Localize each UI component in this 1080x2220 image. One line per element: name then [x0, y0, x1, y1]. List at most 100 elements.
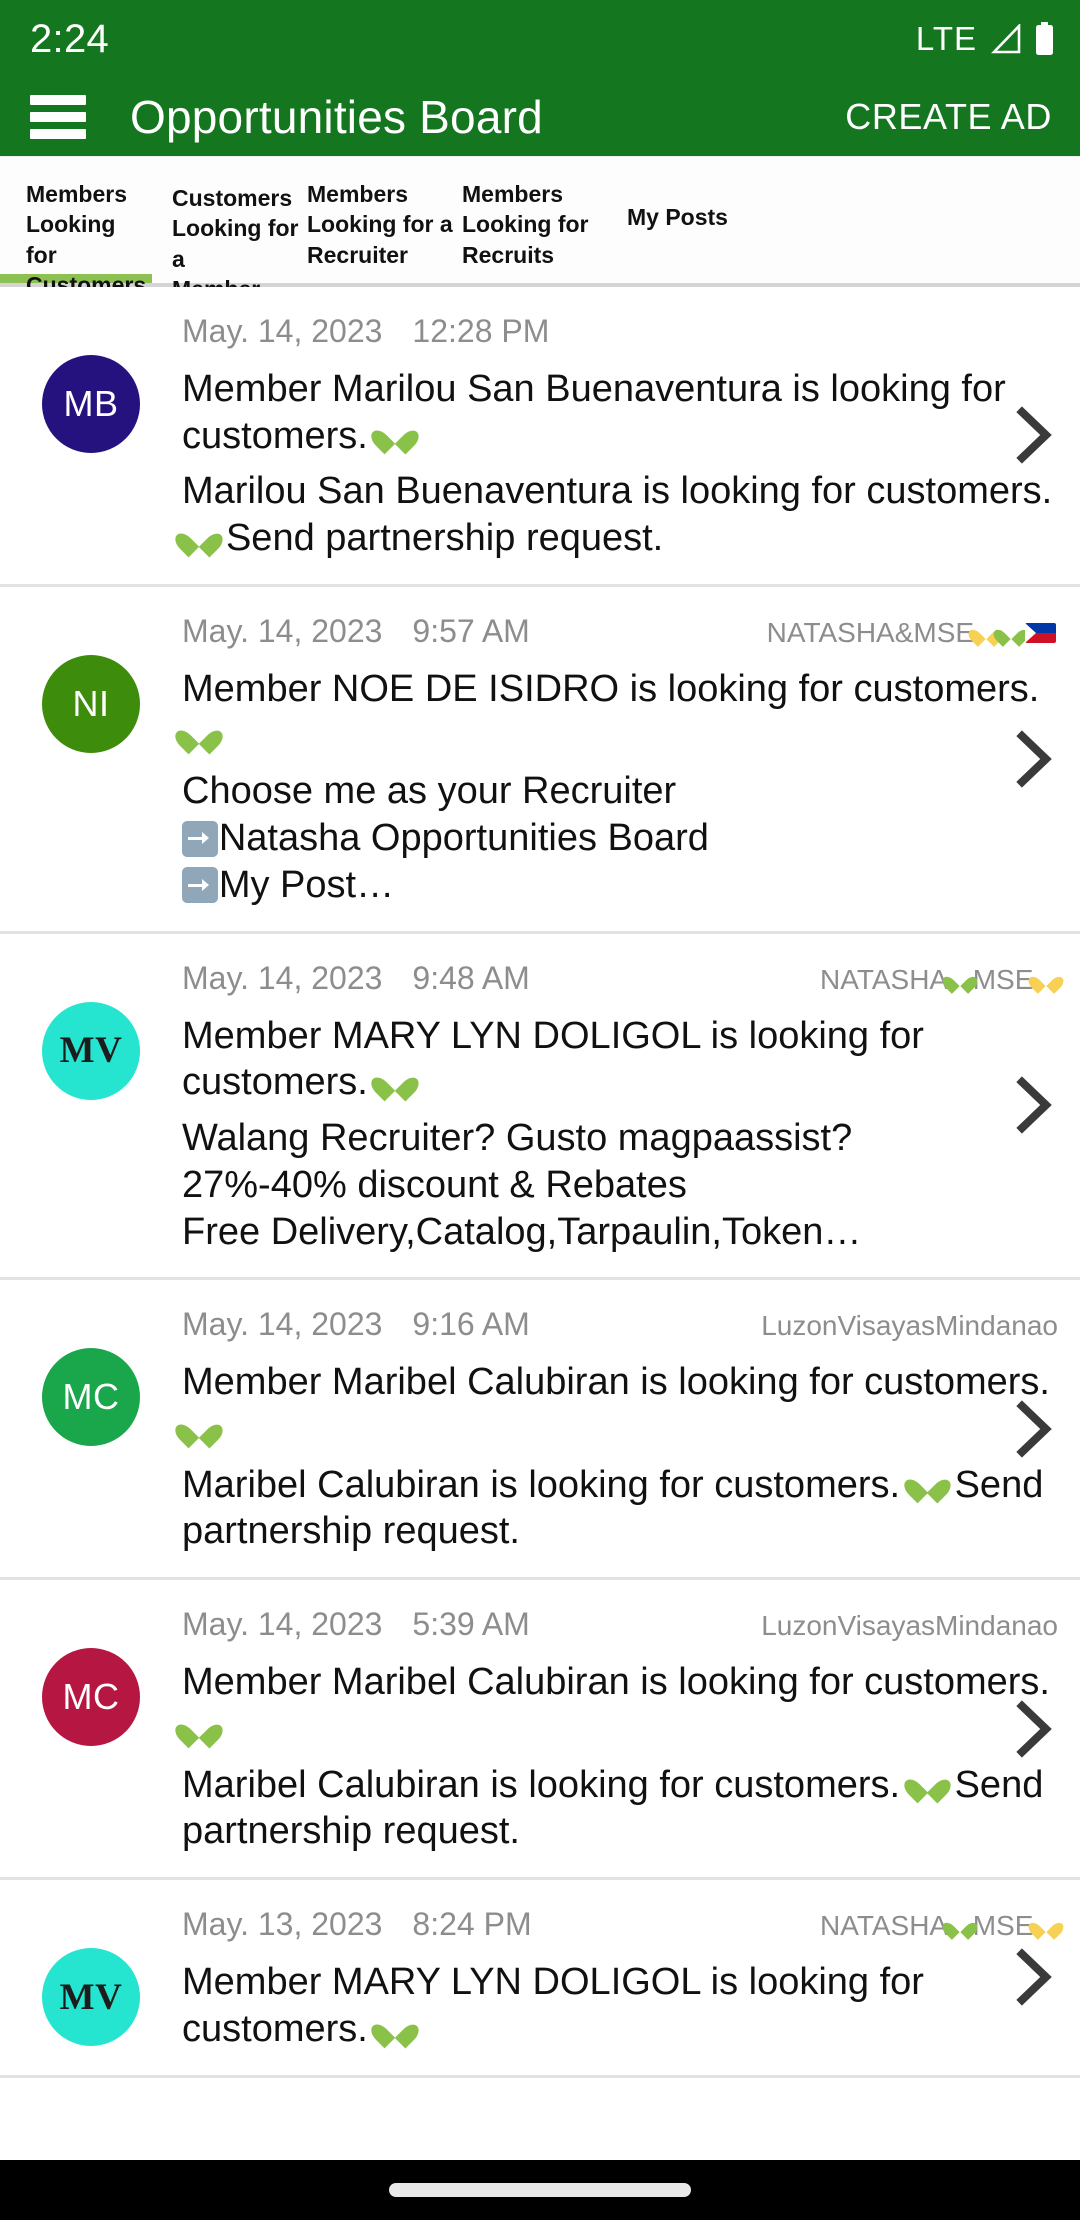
post-body-text: Walang Recruiter? Gusto magpaassist? 27%…: [182, 1117, 862, 1253]
badge-label: NATASHA: [820, 1910, 949, 1942]
post-title: Member MARY LYN DOLIGOL is looking for c…: [182, 1959, 1058, 2052]
post-row[interactable]: MC May. 14, 2023 9:16 AM LuzonVisayasMindan…: [0, 1280, 1080, 1581]
post-meta: May. 14, 2023 9:48 AM NATASHA MSE: [182, 959, 1066, 1004]
post-row[interactable]: MV May. 14, 2023 9:48 AM NATASHA MSE Member M…: [0, 934, 1080, 1281]
post-title-text: Member Maribel Calubiran is looking for …: [182, 1661, 1050, 1704]
post-group-badge: NATASHA MSE: [820, 1910, 1066, 1942]
green-heart-icon: [171, 523, 226, 558]
hamburger-menu-icon[interactable]: [30, 95, 86, 139]
tab-label-line: Looking for a: [172, 215, 299, 272]
post-body-text: Natasha Opportunities Board: [218, 817, 709, 860]
yellow-heart-icon: [1025, 969, 1066, 994]
green-heart-icon: [171, 1414, 226, 1448]
tab-0[interactable]: Members Looking for Customers: [0, 156, 152, 300]
post-date: May. 14, 2023: [182, 959, 383, 996]
tab-label-line: Looking for a: [307, 211, 453, 238]
chevron-right-icon[interactable]: [1014, 1400, 1054, 1458]
post-date: May. 14, 2023: [182, 313, 383, 349]
green-heart-icon: [171, 720, 226, 755]
green-heart-icon: [367, 2014, 423, 2048]
post-body: Marilou San Buenaventura is looking for …: [171, 468, 1058, 561]
green-heart-icon: [900, 1469, 955, 1504]
post-date: May. 14, 2023: [182, 612, 383, 649]
green-heart-icon: [900, 1769, 955, 1804]
avatar[interactable]: MC: [42, 1348, 140, 1447]
post-title: Member Marilou San Buenaventura is looki…: [182, 366, 1058, 459]
post-body-text: My Post…: [218, 863, 395, 906]
signal-triangle-icon: [990, 22, 1021, 54]
post-title: Member Maribel Calubiran is looking for …: [171, 1659, 1058, 1752]
badge-label: LuzonVisayasMindanao: [761, 1610, 1058, 1642]
badge-label: NATASHA&MSE: [766, 616, 975, 648]
post-body: Walang Recruiter? Gusto magpaassist? 27%…: [182, 1115, 1058, 1255]
avatar[interactable]: NI: [42, 654, 140, 753]
post-title-text: Member Marilou San Buenaventura is looki…: [182, 368, 1006, 457]
avatar-container: MC: [0, 1306, 182, 1555]
badge-label-secondary: MSE: [972, 963, 1034, 995]
badge-label: LuzonVisayasMindanao: [761, 1310, 1058, 1342]
create-ad-button[interactable]: CREATE AD: [845, 96, 1052, 138]
chevron-right-icon[interactable]: [1014, 1700, 1054, 1758]
post-content: May. 13, 2023 8:24 PM NATASHA MSE Member MAR…: [182, 1906, 1080, 2052]
avatar[interactable]: MV: [42, 1948, 140, 2047]
battery-full-icon: [1035, 22, 1054, 56]
post-date: May. 14, 2023: [182, 1606, 383, 1643]
chevron-right-icon[interactable]: [1014, 406, 1054, 465]
post-row[interactable]: NI May. 14, 2023 9:57 AM NATASHA&MSE Member …: [0, 587, 1080, 934]
tab-label-line: Recruiter: [307, 241, 408, 268]
tab-label-line: Recruits: [462, 241, 555, 268]
post-title-text: Member MARY LYN DOLIGOL is looking for c…: [182, 1014, 924, 1104]
avatar-container: MV: [0, 960, 182, 1256]
page-title: Opportunities Board: [130, 91, 543, 143]
post-body-text: Choose me as your Recruiter: [182, 770, 677, 813]
tab-2[interactable]: Members Looking for a Recruiter: [307, 156, 462, 270]
network-type-label: LTE: [915, 20, 977, 57]
avatar[interactable]: MV: [42, 1001, 140, 1100]
yellow-heart-icon: [1025, 1915, 1066, 1941]
avatar-container: NI: [0, 613, 182, 909]
status-bar: 2:24 LTE: [0, 0, 1080, 78]
app-bar: Opportunities Board CREATE AD: [0, 78, 1080, 156]
post-meta: May. 14, 2023 9:16 AM LuzonVisayasMindanao: [182, 1306, 1058, 1350]
green-heart-icon: [171, 1714, 226, 1748]
post-title: Member NOE DE ISIDRO is looking for cust…: [171, 666, 1058, 759]
post-body-text: Send partnership request.: [215, 517, 664, 560]
avatar-container: MB: [0, 313, 182, 562]
green-heart-icon: [940, 969, 981, 994]
tab-3[interactable]: Members Looking for Recruits: [462, 156, 627, 270]
post-time: 12:28 PM: [412, 313, 550, 349]
tab-1[interactable]: CustomersLooking for aMember: [152, 156, 307, 304]
post-body: Choose me as your Recruiter Natasha Oppo…: [182, 768, 1058, 908]
app-screen: 2:24 LTE Opportunities Board CREATE AD M…: [0, 0, 1080, 2220]
tab-bar: Members Looking for Customers Customers Look…: [0, 156, 1080, 302]
post-row[interactable]: MV May. 13, 2023 8:24 PM NATASHA MSE Member M…: [0, 1880, 1080, 2078]
avatar[interactable]: MC: [42, 1648, 140, 1747]
right-arrow-icon: [182, 867, 219, 904]
post-title: Member MARY LYN DOLIGOL is looking for c…: [182, 1013, 1058, 1106]
chevron-right-icon[interactable]: [1014, 730, 1054, 788]
status-indicators: LTE: [916, 20, 1054, 58]
post-row[interactable]: MB May. 14, 2023 12:28 PM Member Marilou Sa…: [0, 287, 1080, 587]
post-meta: May. 14, 2023 5:39 AM LuzonVisayasMindanao: [182, 1606, 1058, 1650]
post-body: Maribel Calubiran is looking for custome…: [182, 1462, 1058, 1555]
chevron-right-icon[interactable]: [1014, 1076, 1054, 1135]
green-heart-icon: [940, 1915, 981, 1941]
badge-label-secondary: MSE: [972, 1910, 1034, 1942]
post-time: 9:48 AM: [412, 959, 530, 996]
post-content: May. 14, 2023 9:57 AM NATASHA&MSE Member NO…: [171, 612, 1080, 909]
post-time: 9:16 AM: [412, 1306, 530, 1343]
post-title-text: Member Maribel Calubiran is looking for …: [182, 1361, 1050, 1404]
opportunity-list[interactable]: MB May. 14, 2023 12:28 PM Member Marilou Sa…: [0, 287, 1080, 2160]
post-group-badge: LuzonVisayasMindanao: [761, 1610, 1058, 1642]
right-arrow-icon: [182, 820, 219, 857]
avatar[interactable]: MB: [42, 355, 140, 453]
chevron-right-icon[interactable]: [1014, 1948, 1054, 2007]
post-title-text: Member NOE DE ISIDRO is looking for cust…: [182, 667, 1040, 710]
tab-label-line: Members: [26, 181, 127, 207]
tab-4[interactable]: My Posts: [627, 156, 827, 232]
post-content: May. 14, 2023 5:39 AM LuzonVisayasMindanao…: [171, 1606, 1080, 1855]
home-indicator-pill[interactable]: [389, 2183, 691, 2197]
system-navigation-bar: [0, 2160, 1080, 2220]
post-date: May. 14, 2023: [182, 1306, 383, 1343]
post-row[interactable]: MC May. 14, 2023 5:39 AM LuzonVisayasMindan…: [0, 1580, 1080, 1881]
